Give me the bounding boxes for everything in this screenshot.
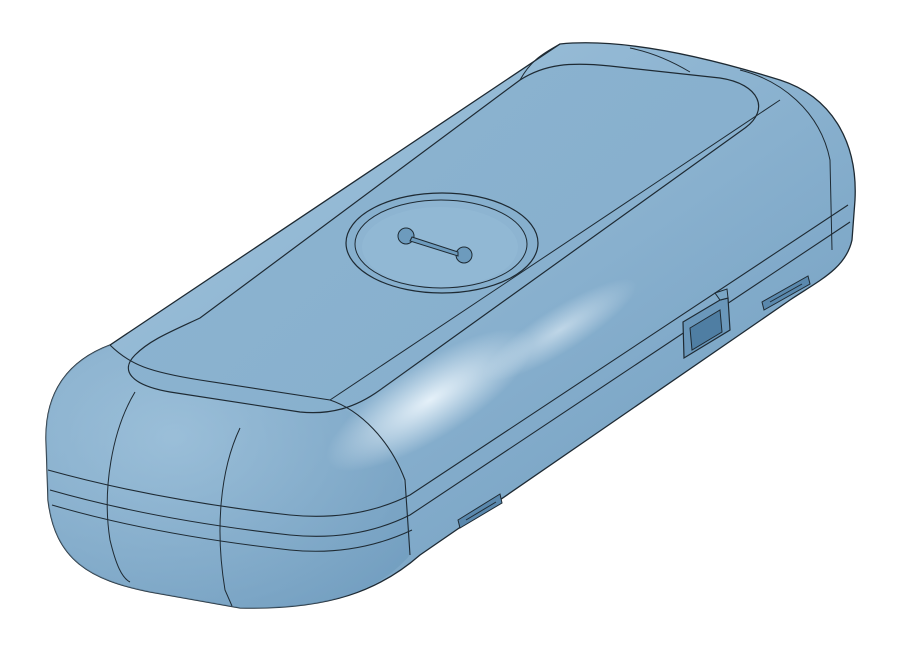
enclosure-render — [45, 42, 856, 609]
cad-viewport[interactable] — [0, 0, 902, 653]
power-button[interactable] — [345, 192, 539, 294]
